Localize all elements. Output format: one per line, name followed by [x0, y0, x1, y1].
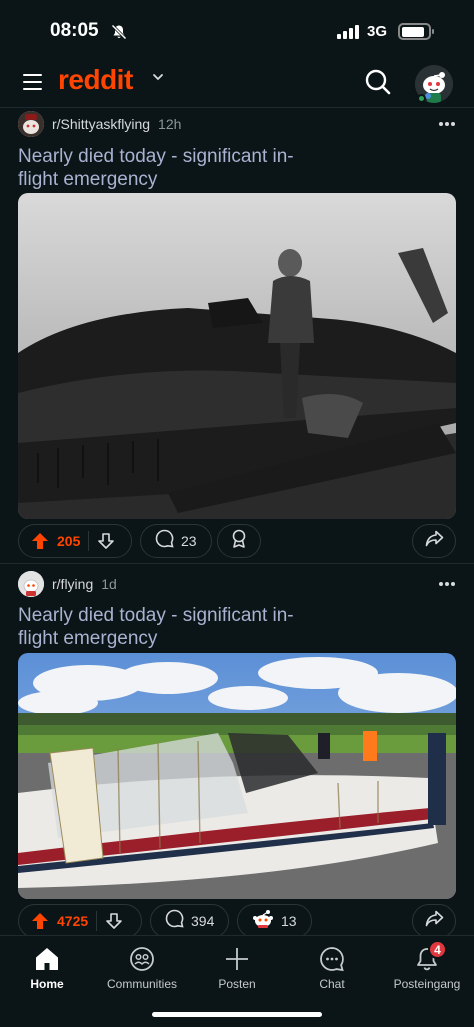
share-icon: [425, 910, 444, 932]
status-bar: 08:05 3G: [0, 0, 474, 62]
subreddit-name[interactable]: r/flying: [52, 576, 93, 592]
chat-icon: [319, 944, 345, 974]
snoo-award-icon: [252, 909, 274, 934]
more-options-icon[interactable]: [439, 122, 455, 126]
post-title[interactable]: Nearly died today - significant in-fligh…: [18, 145, 328, 191]
online-status-dot: [417, 94, 426, 103]
nav-inbox[interactable]: 4 Posteingang: [380, 940, 474, 991]
post-meta[interactable]: r/flying 1d: [18, 571, 117, 597]
vote-pill: 4725: [18, 904, 142, 938]
bell-icon: 4: [414, 940, 447, 974]
nav-label: Home: [30, 977, 64, 991]
downvote-icon[interactable]: [105, 912, 123, 930]
plus-icon: [224, 944, 250, 974]
nav-label: Communities: [106, 977, 178, 991]
post-age: 12h: [158, 116, 182, 132]
upvote-icon[interactable]: [31, 912, 51, 930]
comment-button[interactable]: 23: [140, 524, 212, 558]
post-image[interactable]: [18, 193, 456, 519]
vote-pill: 205: [18, 524, 132, 558]
post-age: 1d: [101, 576, 117, 592]
status-time: 08:05: [50, 20, 99, 41]
divider: [0, 107, 474, 108]
award-count: 13: [281, 913, 297, 929]
nav-communities[interactable]: Communities: [95, 944, 189, 991]
post-actions: 205 23: [18, 524, 456, 558]
post-image[interactable]: [18, 653, 456, 899]
share-icon: [425, 530, 444, 552]
upvote-icon[interactable]: [31, 532, 51, 550]
communities-icon: [129, 944, 155, 974]
home-icon: [34, 944, 60, 974]
chevron-down-icon[interactable]: [152, 70, 164, 88]
subreddit-avatar[interactable]: [18, 571, 44, 597]
menu-icon[interactable]: [23, 74, 42, 90]
bell-muted-icon: [111, 24, 127, 45]
reddit-logo[interactable]: reddit: [58, 64, 133, 96]
post-meta[interactable]: r/Shittyaskflying 12h: [18, 111, 181, 137]
home-indicator: [152, 1012, 322, 1017]
comment-button[interactable]: 394: [150, 904, 230, 938]
upvote-count: 4725: [57, 913, 89, 929]
nav-create-post[interactable]: Posten: [190, 944, 284, 991]
nav-label: Posteingang: [393, 977, 461, 991]
downvote-icon[interactable]: [97, 532, 115, 550]
nav-home[interactable]: Home: [0, 944, 94, 991]
app-header: reddit: [0, 62, 474, 108]
share-button[interactable]: [412, 904, 456, 938]
post-actions: 4725 394 13: [18, 904, 456, 938]
subreddit-name[interactable]: r/Shittyaskflying: [52, 116, 150, 132]
award-icon: [230, 529, 248, 554]
signal-icon: [337, 24, 359, 39]
more-options-icon[interactable]: [439, 582, 455, 586]
subreddit-avatar[interactable]: [18, 111, 44, 137]
search-icon[interactable]: [364, 68, 392, 101]
nav-label: Posten: [218, 977, 256, 991]
nav-chat[interactable]: Chat: [285, 944, 379, 991]
battery-icon: [398, 23, 434, 40]
nav-label: Chat: [319, 977, 345, 991]
comment-count: 394: [191, 913, 215, 929]
divider: [0, 563, 474, 564]
post-title[interactable]: Nearly died today - significant in-fligh…: [18, 604, 328, 650]
inbox-badge: 4: [428, 940, 447, 959]
award-button[interactable]: 13: [237, 904, 312, 938]
comment-icon: [165, 909, 184, 933]
award-button[interactable]: [217, 524, 261, 558]
comment-icon: [155, 529, 174, 553]
share-button[interactable]: [412, 524, 456, 558]
network-type: 3G: [367, 23, 388, 40]
upvote-count: 205: [57, 533, 81, 549]
comment-count: 23: [181, 533, 197, 549]
